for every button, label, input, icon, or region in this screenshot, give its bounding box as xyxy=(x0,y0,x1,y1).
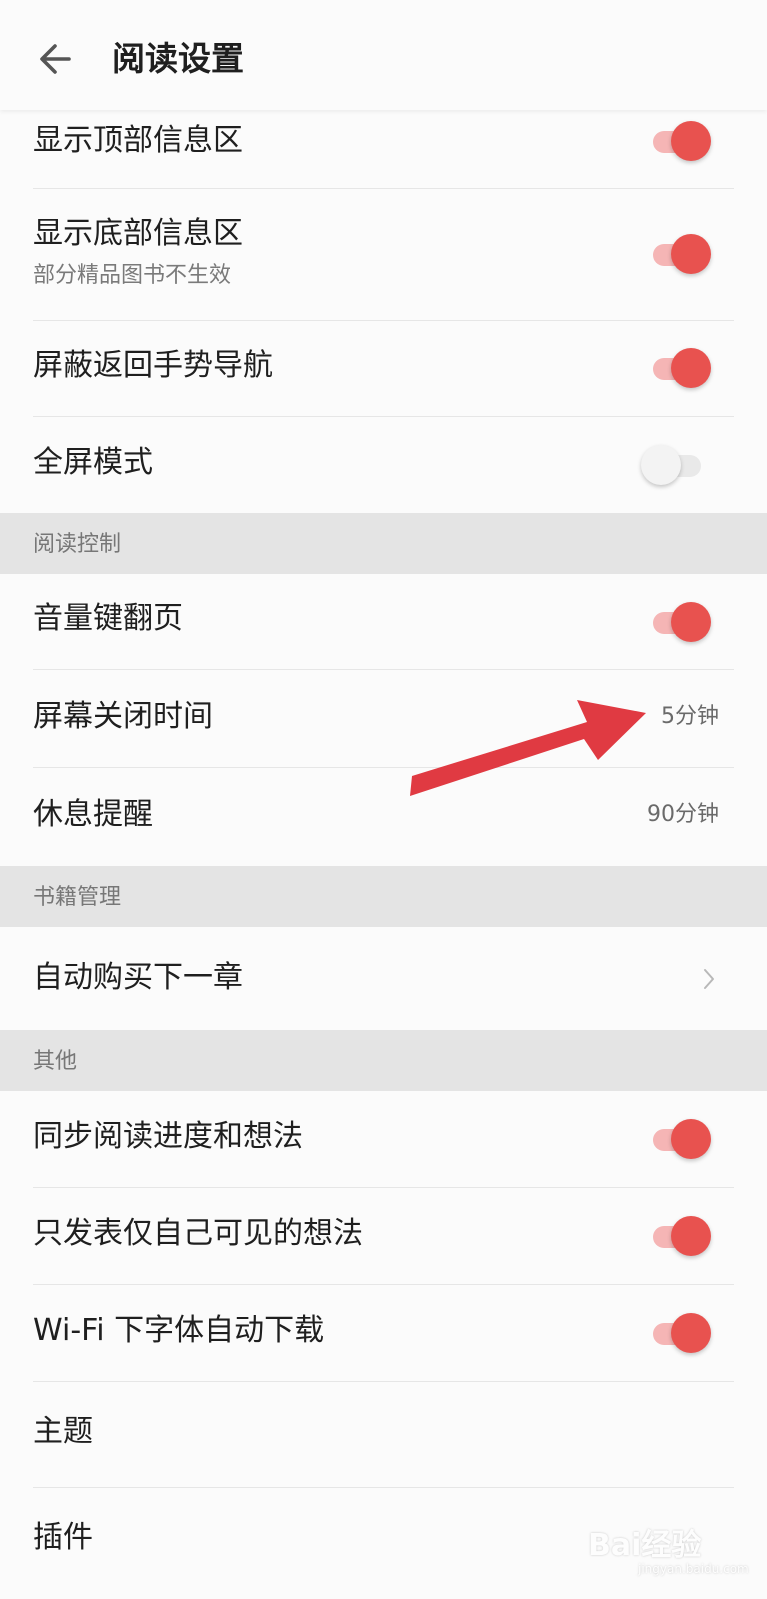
setting-label: 屏蔽返回手势导航 xyxy=(33,348,273,383)
toggle-switch[interactable] xyxy=(647,121,711,161)
setting-label: 全屏模式 xyxy=(33,445,153,480)
section-label: 书籍管理 xyxy=(33,885,122,910)
arrow-left-icon xyxy=(40,44,71,74)
setting-row-private-thoughts[interactable]: 只发表仅自己可见的想法 xyxy=(0,1188,767,1285)
toggle-switch[interactable] xyxy=(647,1119,711,1159)
setting-value: 90分钟 xyxy=(647,802,719,827)
section-header-book-management: 书籍管理 xyxy=(0,866,767,927)
setting-label: 主题 xyxy=(33,1414,93,1449)
page-title: 阅读设置 xyxy=(112,39,244,78)
setting-value: 5分钟 xyxy=(661,704,719,729)
toggle-switch[interactable] xyxy=(647,602,711,642)
setting-label: 屏幕关闭时间 xyxy=(33,699,213,734)
setting-label: 同步阅读进度和想法 xyxy=(33,1119,303,1154)
setting-row-rest-reminder[interactable]: 休息提醒 90分钟 xyxy=(0,768,767,866)
setting-row-show-top-info[interactable]: 显示顶部信息区 xyxy=(0,110,767,189)
setting-label: 显示底部信息区 xyxy=(33,216,243,251)
setting-row-show-bottom-info[interactable]: 显示底部信息区 部分精品图书不生效 xyxy=(0,189,767,321)
setting-row-screen-off-time[interactable]: 屏幕关闭时间 5分钟 xyxy=(0,670,767,768)
setting-label: 音量键翻页 xyxy=(33,601,183,636)
setting-label: 显示顶部信息区 xyxy=(33,123,243,158)
toggle-switch[interactable] xyxy=(647,348,711,388)
setting-row-block-back-gesture[interactable]: 屏蔽返回手势导航 xyxy=(0,321,767,417)
setting-label: 自动购买下一章 xyxy=(33,960,243,995)
setting-row-volume-key-page[interactable]: 音量键翻页 xyxy=(0,574,767,670)
section-header-reading-control: 阅读控制 xyxy=(0,513,767,574)
toggle-switch[interactable] xyxy=(647,1313,711,1353)
chevron-right-icon xyxy=(704,969,714,989)
section-label: 阅读控制 xyxy=(33,532,122,557)
setting-label: 只发表仅自己可见的想法 xyxy=(33,1216,363,1251)
setting-sublabel: 部分精品图书不生效 xyxy=(33,263,232,288)
setting-row-theme[interactable]: 主题 xyxy=(0,1382,767,1488)
toggle-switch[interactable] xyxy=(647,1216,711,1256)
setting-row-auto-buy-next-chapter[interactable]: 自动购买下一章 xyxy=(0,927,767,1030)
section-label: 其他 xyxy=(33,1049,78,1074)
toggle-switch[interactable] xyxy=(647,234,711,274)
setting-row-sync-progress[interactable]: 同步阅读进度和想法 xyxy=(0,1091,767,1188)
setting-label: 插件 xyxy=(33,1520,93,1555)
setting-label: 休息提醒 xyxy=(33,797,153,832)
toggle-switch[interactable] xyxy=(641,445,705,485)
setting-row-fullscreen[interactable]: 全屏模式 xyxy=(0,417,767,513)
setting-row-wifi-font-download[interactable]: Wi-Fi 下字体自动下载 xyxy=(0,1285,767,1382)
section-header-other: 其他 xyxy=(0,1030,767,1091)
app-header: 阅读设置 xyxy=(0,0,767,110)
back-button[interactable] xyxy=(28,32,82,86)
setting-label: Wi-Fi 下字体自动下载 xyxy=(33,1313,325,1348)
setting-row-plugins[interactable]: 插件 xyxy=(0,1488,767,1599)
